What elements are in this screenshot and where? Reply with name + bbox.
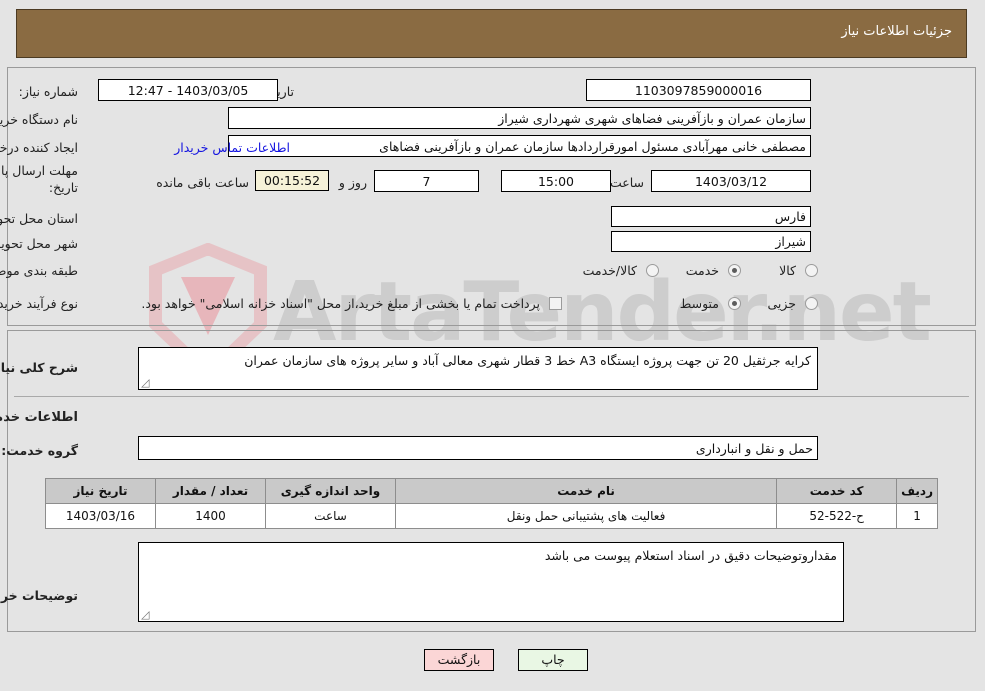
need-number-label: شماره نیاز: — [19, 84, 79, 99]
deadline-label-line1: مهلت ارسال پاسخ: تا — [0, 163, 79, 178]
table-header-row: ردیف کد خدمت نام خدمت واحد اندازه گیری ت… — [46, 478, 939, 504]
buyer-org-label: نام دستگاه خریدار: — [0, 112, 79, 127]
province-label: استان محل تحویل: — [0, 211, 79, 226]
service-group-label: گروه خدمت: — [2, 443, 79, 458]
radio-category-khadamat-label: خدمت — [686, 263, 720, 278]
days-word: روز و — [339, 175, 368, 190]
th-service-name: نام خدمت — [395, 478, 779, 504]
page-title: جزئیات اطلاعات نیاز — [842, 24, 953, 39]
radio-category-khadamat[interactable] — [729, 264, 742, 277]
requester-value: مصطفی خانی مهرآبادی مسئول امورقراردادها … — [229, 135, 812, 157]
buyer-notes-label: توضیحات خریدار: — [0, 588, 79, 603]
services-table: ردیف کد خدمت نام خدمت واحد اندازه گیری ت… — [46, 478, 939, 529]
radio-process-jozi-label: جزیی — [768, 296, 797, 311]
back-button[interactable]: بازگشت — [425, 649, 495, 671]
days-left-value: 7 — [375, 170, 480, 192]
summary-label: شرح کلی نیاز: — [0, 360, 79, 375]
category-label: طبقه بندی موضوعی: — [0, 263, 79, 278]
deadline-date-value: 1403/03/12 — [652, 170, 812, 192]
summary-value: کرایه جرثقیل 20 تن جهت پروژه ایستگاه A3 … — [245, 353, 812, 368]
cell-row-number: 1 — [897, 503, 939, 529]
service-group-value: حمل و نقل و انبارداری — [139, 436, 819, 460]
city-label: شهر محل تحویل: — [0, 236, 79, 251]
deadline-hour-word: ساعت — [610, 175, 645, 190]
radio-category-kala-khadamat-label: کالا/خدمت — [583, 263, 638, 278]
need-info-panel — [8, 67, 977, 326]
requester-label: ایجاد کننده درخواست: — [0, 140, 79, 155]
cell-service-code: ح-522-52 — [777, 503, 899, 529]
resize-grip-icon-notes[interactable]: ◺ — [142, 608, 153, 621]
buyer-org-value: سازمان عمران و بازآفرینی فضاهای شهری شهر… — [229, 107, 812, 129]
radio-process-motavaset[interactable] — [729, 297, 742, 310]
services-heading: اطلاعات خدمات مورد نیاز — [0, 410, 79, 425]
buyer-contact-link[interactable]: اطلاعات تماس خریدار — [175, 140, 291, 155]
cell-quantity: 1400 — [156, 503, 267, 529]
deadline-label-line2: تاریخ: — [49, 180, 79, 195]
announcement-value: 1403/03/05 - 12:47 — [99, 79, 279, 101]
radio-category-kala[interactable] — [806, 264, 819, 277]
summary-textarea[interactable]: کرایه جرثقیل 20 تن جهت پروژه ایستگاه A3 … — [139, 347, 819, 390]
treasury-checkbox[interactable] — [550, 297, 563, 310]
treasury-checkbox-label: پرداخت تمام یا بخشی از مبلغ خرید،از محل … — [142, 296, 541, 311]
province-value: فارس — [612, 206, 812, 227]
page-root: ArtaTender.net جزئیات اطلاعات نیاز شماره… — [0, 0, 985, 691]
need-number-value: 1103097859000016 — [587, 79, 812, 101]
radio-category-kala-label: کالا — [780, 263, 797, 278]
cell-need-date: 1403/03/16 — [46, 503, 157, 529]
radio-process-motavaset-label: متوسط — [680, 296, 720, 311]
th-quantity: تعداد / مقدار — [156, 478, 267, 504]
city-value: شیراز — [612, 231, 812, 252]
buyer-notes-value: مقداروتوضیحات دقیق در اسناد استعلام پیوس… — [545, 548, 838, 563]
process-type-label: نوع فرآیند خرید : — [0, 296, 79, 311]
radio-process-jozi[interactable] — [806, 297, 819, 310]
th-need-date: تاریخ نیاز — [46, 478, 157, 504]
resize-grip-icon[interactable]: ◺ — [142, 376, 153, 389]
cell-service-name: فعالیت های پشتیبانی حمل ونقل — [395, 503, 779, 529]
countdown-value: 00:15:52 — [256, 170, 330, 191]
radio-category-kala-khadamat[interactable] — [647, 264, 660, 277]
remaining-word: ساعت باقی مانده — [157, 175, 250, 190]
th-row-number: ردیف — [897, 478, 939, 504]
header-bar: جزئیات اطلاعات نیاز — [17, 9, 968, 58]
cell-unit: ساعت — [266, 503, 397, 529]
table-row: 1 ح-522-52 فعالیت های پشتیبانی حمل ونقل … — [46, 503, 939, 529]
buyer-notes-textarea[interactable]: مقداروتوضیحات دقیق در اسناد استعلام پیوس… — [139, 542, 845, 622]
deadline-time-value: 15:00 — [502, 170, 612, 192]
print-button[interactable]: چاپ — [519, 649, 589, 671]
th-unit: واحد اندازه گیری — [266, 478, 397, 504]
th-service-code: کد خدمت — [777, 478, 899, 504]
